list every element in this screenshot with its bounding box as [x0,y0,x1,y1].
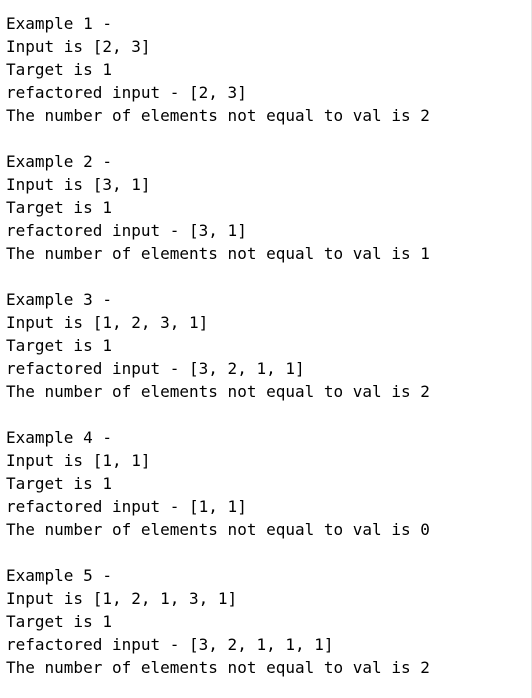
example-block: Example 1 - Input is [2, 3] Target is 1 … [6,12,430,127]
example-block: Example 2 - Input is [3, 1] Target is 1 … [6,150,430,265]
result-line: The number of elements not equal to val … [6,244,430,263]
target-line: Target is 1 [6,336,112,355]
example-header: Example 1 - [6,14,112,33]
target-line: Target is 1 [6,198,112,217]
result-line: The number of elements not equal to val … [6,520,430,539]
refactored-line: refactored input - [1, 1] [6,497,247,516]
example-header: Example 2 - [6,152,112,171]
input-line: Input is [3, 1] [6,175,151,194]
result-line: The number of elements not equal to val … [6,658,430,677]
target-line: Target is 1 [6,60,112,79]
target-line: Target is 1 [6,474,112,493]
input-line: Input is [1, 2, 1, 3, 1] [6,589,238,608]
example-header: Example 4 - [6,428,112,447]
target-line: Target is 1 [6,612,112,631]
refactored-line: refactored input - [3, 2, 1, 1] [6,359,305,378]
result-line: The number of elements not equal to val … [6,382,430,401]
refactored-line: refactored input - [3, 1] [6,221,247,240]
example-block: Example 4 - Input is [1, 1] Target is 1 … [6,426,430,541]
result-line: The number of elements not equal to val … [6,106,430,125]
input-line: Input is [2, 3] [6,37,151,56]
refactored-line: refactored input - [2, 3] [6,83,247,102]
example-block: Example 5 - Input is [1, 2, 1, 3, 1] Tar… [6,564,430,679]
input-line: Input is [1, 2, 3, 1] [6,313,209,332]
input-line: Input is [1, 1] [6,451,151,470]
refactored-line: refactored input - [3, 2, 1, 1, 1] [6,635,334,654]
example-header: Example 5 - [6,566,112,585]
example-block: Example 3 - Input is [1, 2, 3, 1] Target… [6,288,430,403]
example-header: Example 3 - [6,290,112,309]
console-output: Example 1 - Input is [2, 3] Target is 1 … [0,0,532,698]
